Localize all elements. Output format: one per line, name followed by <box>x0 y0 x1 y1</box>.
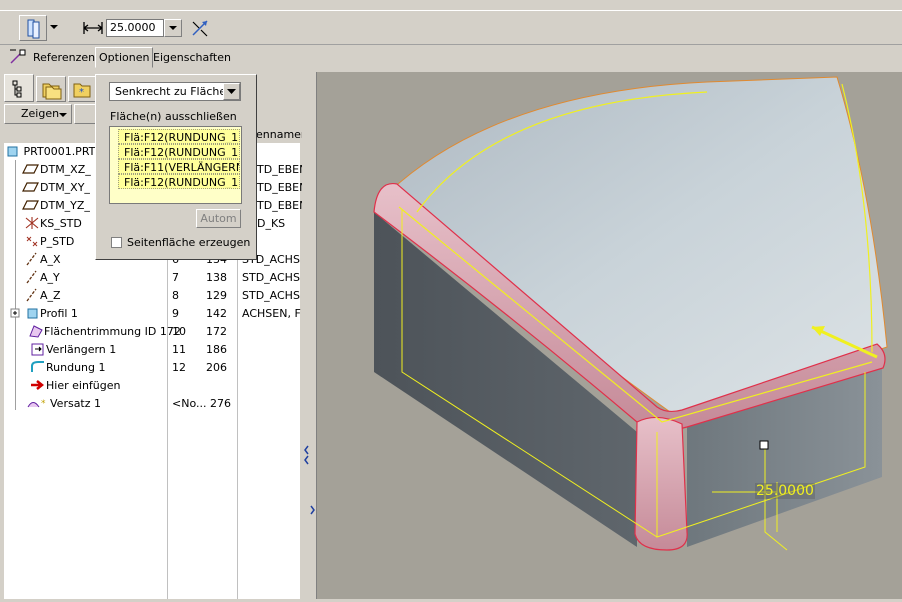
datum-axis-icon <box>26 288 37 302</box>
tree-item-rundung[interactable]: Rundung 1 <box>30 359 106 377</box>
tree-cell-layer: D_KS <box>257 217 286 230</box>
tree-cell-num: 8 <box>172 289 179 302</box>
side-surface-checkbox[interactable] <box>111 237 122 248</box>
trim-icon <box>29 325 43 338</box>
offset-mode-select[interactable]: Senkrecht zu Fläche <box>109 82 241 101</box>
tab-model-tree[interactable] <box>4 74 34 102</box>
list-item[interactable]: Flä:F12(RUNDUNG_1) <box>118 144 240 159</box>
tree-cell-num: 10 <box>172 325 186 338</box>
tree-item-a-y[interactable]: A_Y <box>24 269 60 287</box>
tree-cell-layer: TD_EBEN <box>257 199 308 212</box>
datum-axis-icon <box>26 270 37 284</box>
datum-plane-icon <box>22 200 39 210</box>
folder-icon <box>42 83 62 100</box>
tree-cell-layer: TD_EBEN <box>257 181 308 194</box>
tree-item-profil-1[interactable]: Profil 1 <box>10 305 78 323</box>
tab-referenzen[interactable]: Referenzen <box>30 48 98 68</box>
tree-cell-num: 7 <box>172 271 179 284</box>
drag-handle[interactable] <box>759 440 769 450</box>
chevron-down-icon <box>227 89 236 94</box>
tree-item-label: PRT0001.PRT <box>23 145 96 158</box>
offset-distance-dropdown[interactable] <box>164 19 182 37</box>
tree-cell-num: 12 <box>172 361 186 374</box>
datum-axis-icon <box>26 252 37 266</box>
show-menu-button[interactable]: Zeigen <box>4 104 72 124</box>
collapse-arrows-icon <box>304 445 315 515</box>
tree-cell-id: 142 <box>206 307 227 320</box>
offset-mode-dropdown[interactable] <box>223 83 240 100</box>
tree-item-dtm-xy[interactable]: DTM_XY_ <box>22 179 90 197</box>
model-tree-icon <box>12 80 22 98</box>
corner-round-surface <box>634 416 688 551</box>
coordinate-system-icon <box>25 217 39 229</box>
tab-eigenschaften[interactable]: Eigenschaften <box>150 48 234 68</box>
tab-optionen[interactable]: Optionen <box>95 47 154 68</box>
tree-cell-id: 206 <box>206 361 227 374</box>
round-icon <box>31 361 44 372</box>
insert-arrow-icon <box>31 380 45 390</box>
datum-point-icon <box>26 236 38 247</box>
offset-type-button[interactable] <box>19 15 47 41</box>
list-item[interactable]: Flä:F12(RUNDUNG_1) <box>118 174 240 189</box>
tree-item-a-z[interactable]: A_Z <box>24 287 61 305</box>
tree-item-ks-std[interactable]: KS_STD <box>24 215 82 233</box>
datum-plane-icon <box>22 182 39 192</box>
references-icon <box>8 48 28 66</box>
flip-direction-icon <box>192 20 208 37</box>
favorites-icon: * <box>73 83 91 98</box>
part-model-view <box>373 76 888 551</box>
tab-favorites[interactable]: * <box>68 76 96 102</box>
tree-item-hier-einfuegen[interactable]: Hier einfügen <box>30 377 120 395</box>
excluded-surfaces-list[interactable]: Flä:F12(RUNDUNG_1) Flä:F12(RUNDUNG_1) Fl… <box>109 126 242 204</box>
tree-item-a-x[interactable]: A_X <box>24 251 61 269</box>
tree-item-verlaengern[interactable]: Verlängern 1 <box>30 341 116 359</box>
offset-distance-input[interactable]: 25.0000 <box>106 19 164 37</box>
chevron-down-icon <box>50 25 58 29</box>
tree-item-dtm-yz[interactable]: DTM_YZ_ <box>22 197 90 215</box>
toolbar-divider <box>0 10 902 11</box>
chevron-down-icon <box>169 26 177 30</box>
tree-cell-layer: STD_ACHS <box>242 271 300 284</box>
flip-direction-button[interactable] <box>190 18 210 38</box>
tree-cell-layer: TD_EBEN <box>257 163 308 176</box>
tree-item-dtm-xz[interactable]: DTM_XZ_ <box>22 161 91 179</box>
tree-item-p-std[interactable]: P_STD <box>24 233 74 251</box>
tree-cell-id: 186 <box>206 343 227 356</box>
side-surface-label: Seitenfläche erzeugen <box>127 236 251 249</box>
svg-text:*: * <box>79 87 84 98</box>
tree-cell-layer: ACHSEN, F <box>242 307 301 320</box>
distance-icon <box>82 19 104 37</box>
tree-cell-id: 138 <box>206 271 227 284</box>
tree-cell-num: 9 <box>172 307 179 320</box>
tree-item-versatz[interactable]: * Versatz 1 <box>26 395 101 413</box>
tree-cell-layer: STD_ACHS <box>242 289 300 302</box>
extend-icon <box>31 343 44 356</box>
tree-cell-id: 129 <box>206 289 227 302</box>
tree-cell-id: 276 <box>210 397 231 410</box>
column-header-layer: ennamen <box>256 128 308 141</box>
dimension-value-label[interactable]: 25.0000 <box>755 483 815 499</box>
chevron-down-icon <box>59 113 67 117</box>
show-menu-label: Zeigen <box>21 107 60 120</box>
part-icon <box>7 146 18 157</box>
auto-button[interactable]: Autom <box>196 209 241 228</box>
tree-cell-num: 11 <box>172 343 186 356</box>
exclude-surfaces-label: Fläche(n) ausschließen <box>110 110 237 123</box>
tree-item-root[interactable]: PRT0001.PRT <box>6 143 95 161</box>
graphics-viewport[interactable]: 25.0000 <box>316 72 902 599</box>
list-item[interactable]: Flä:F11(VERLÄNGERN... <box>118 159 240 174</box>
list-item[interactable]: Flä:F12(RUNDUNG_1) <box>118 129 240 144</box>
expand-profile-icon <box>10 308 38 319</box>
offset-type-dropdown[interactable] <box>49 21 59 33</box>
tree-cell-id: 172 <box>206 325 227 338</box>
offset-feature-icon: * <box>27 399 46 409</box>
svg-text:*: * <box>41 399 46 409</box>
tree-cell-num: <No... <box>172 397 207 410</box>
datum-plane-icon <box>22 164 39 174</box>
panel-splitter[interactable] <box>302 72 316 599</box>
tree-item-flaechentrimmung[interactable]: Flächentrimmung ID 172 <box>28 323 181 341</box>
tab-folder-browser[interactable] <box>36 76 66 102</box>
offset-surface-icon <box>27 19 40 39</box>
